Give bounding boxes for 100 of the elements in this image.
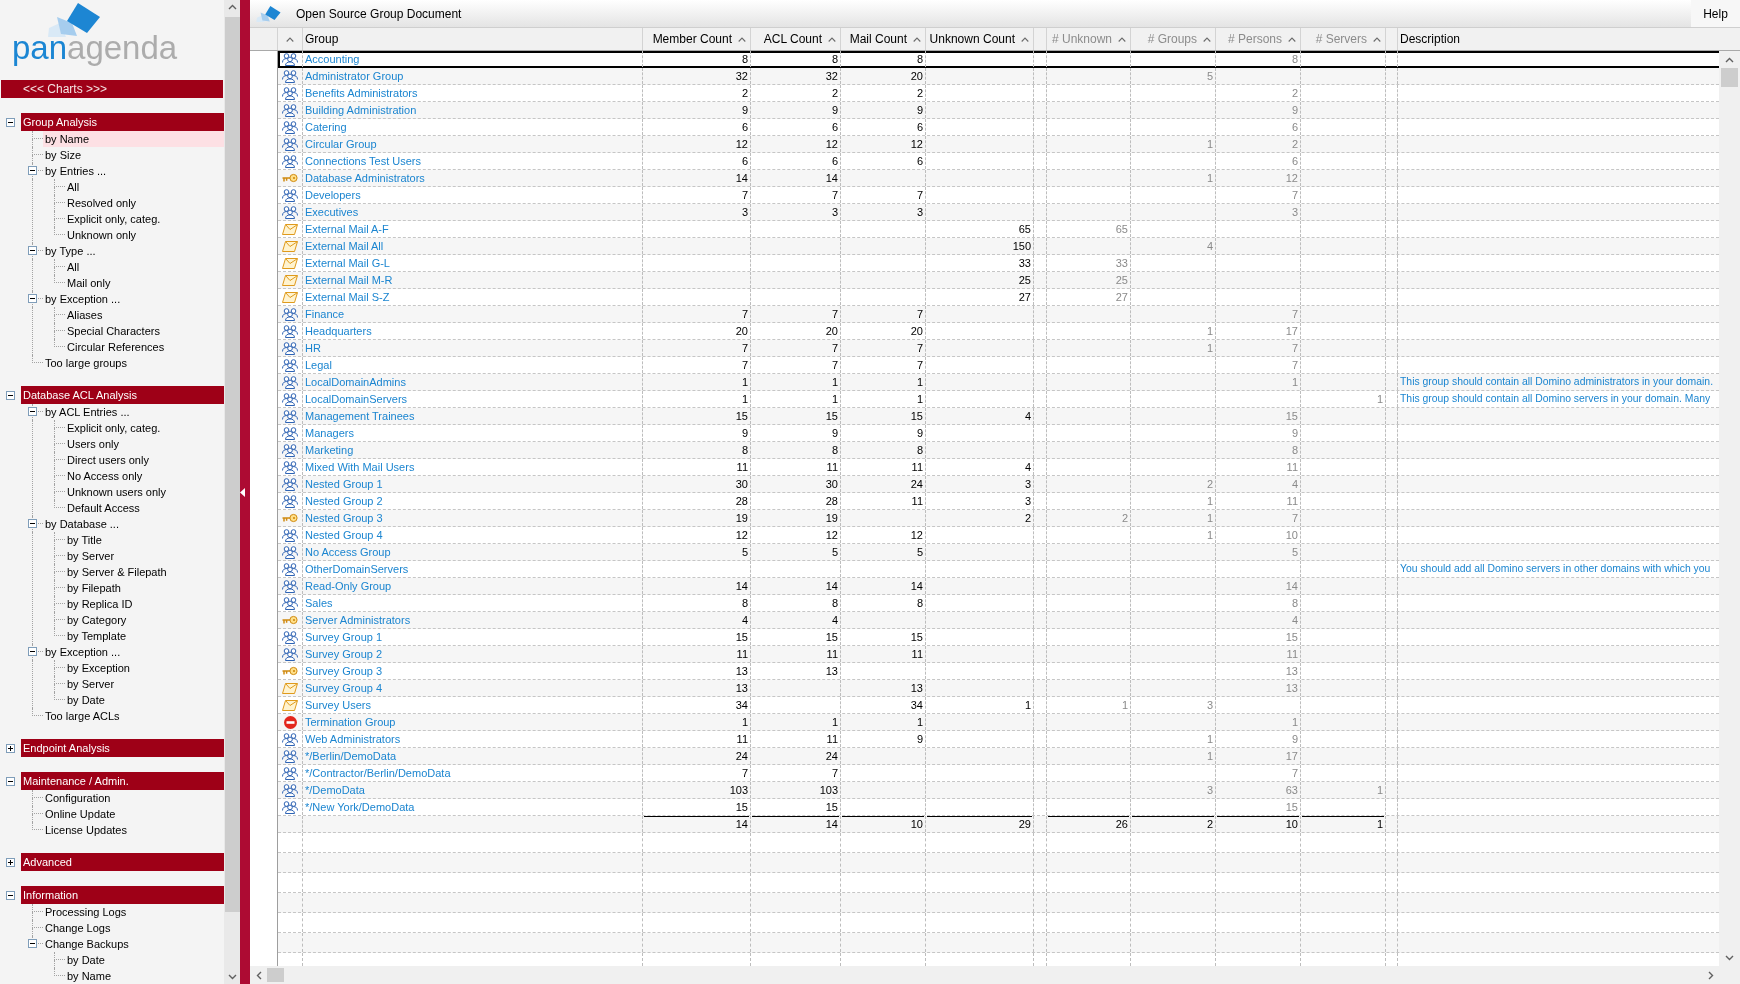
group-link[interactable]: Nested Group 2	[303, 493, 383, 509]
table-row[interactable]: Sales 8 8 8 8	[278, 595, 1719, 612]
group-link[interactable]: Survey Users	[303, 697, 372, 713]
tree-item[interactable]: Circular References	[65, 339, 167, 355]
group-link[interactable]: LocalDomainServers	[303, 391, 408, 407]
table-row[interactable]: Web Administrators 11 11 9 1 9	[278, 731, 1719, 748]
table-row[interactable]: Marketing 8 8 8 8	[278, 442, 1719, 459]
table-row[interactable]: Survey Users 34 34 1 1 3	[278, 697, 1719, 714]
charts-button[interactable]: <<< Charts >>>	[1, 80, 223, 98]
tree-item[interactable]: Processing Logs	[43, 904, 129, 920]
tree-item[interactable]: License Updates	[43, 822, 129, 838]
scroll-thumb[interactable]	[1721, 68, 1738, 87]
table-row[interactable]: External Mail A-F 65 65	[278, 221, 1719, 238]
section-header[interactable]: Maintenance / Admin.	[21, 772, 224, 790]
help-button[interactable]: Help	[1691, 0, 1740, 27]
tree-item[interactable]: by Filepath	[65, 580, 123, 596]
section-header[interactable]: Database ACL Analysis	[21, 386, 224, 404]
tree-item[interactable]: by Category	[65, 612, 129, 628]
group-link[interactable]: No Access Group	[303, 544, 391, 560]
table-row[interactable]: Managers 9 9 9 9	[278, 425, 1719, 442]
column-header[interactable]: Unknown Count	[926, 28, 1034, 50]
minus-box-icon[interactable]	[6, 390, 15, 400]
table-row[interactable]: External Mail S-Z 27 27	[278, 289, 1719, 306]
column-header[interactable]: Mail Count	[841, 28, 926, 50]
group-link[interactable]: */New York/DemoData	[303, 799, 415, 815]
tree-item[interactable]: by Size	[43, 147, 84, 163]
table-row[interactable]: Accounting 8 8 8 8	[278, 51, 1719, 68]
tree-item[interactable]: by Template	[65, 628, 129, 644]
group-link[interactable]: Managers	[303, 425, 354, 441]
plus-box-icon[interactable]	[6, 857, 15, 867]
group-link[interactable]: Building Administration	[303, 102, 417, 118]
group-link[interactable]: Circular Group	[303, 136, 377, 152]
section-header[interactable]: Advanced	[21, 853, 224, 871]
section-header[interactable]: Group Analysis	[21, 113, 224, 131]
column-header[interactable]: Member Count	[643, 28, 751, 50]
group-link[interactable]: Management Trainees	[303, 408, 415, 424]
table-row[interactable]: */DemoData 103 103 3 63 1	[278, 782, 1719, 799]
group-link[interactable]: Database Administrators	[303, 170, 425, 186]
group-link[interactable]: Web Administrators	[303, 731, 401, 747]
tree-item[interactable]: Explicit only, categ.	[65, 211, 163, 227]
tree-item[interactable]: Unknown only	[65, 227, 139, 243]
table-row[interactable]: Executives 3 3 3 3	[278, 204, 1719, 221]
tree-item[interactable]: Direct users only	[65, 452, 151, 468]
group-link[interactable]: Nested Group 3	[303, 510, 383, 526]
group-link[interactable]: Executives	[303, 204, 359, 220]
left-arrow-icon[interactable]	[240, 487, 245, 497]
table-row[interactable]: External Mail G-L 33 33	[278, 255, 1719, 272]
table-row[interactable]: Developers 7 7 7 7	[278, 187, 1719, 204]
sort-caret-icon[interactable]	[828, 36, 836, 42]
group-link[interactable]: Legal	[303, 357, 332, 373]
table-row[interactable]: Connections Test Users 6 6 6 6	[278, 153, 1719, 170]
minus-box-icon[interactable]	[28, 647, 37, 656]
group-link[interactable]: Nested Group 4	[303, 527, 383, 543]
table-row[interactable]: Headquarters 20 20 20 1 17	[278, 323, 1719, 340]
tree-item[interactable]: Explicit only, categ.	[65, 420, 163, 436]
minus-box-icon[interactable]	[28, 166, 37, 175]
tree-item[interactable]: by Title	[65, 532, 104, 548]
group-link[interactable]: Connections Test Users	[303, 153, 421, 169]
group-link[interactable]: Survey Group 1	[303, 629, 383, 645]
group-link[interactable]: Survey Group 4	[303, 680, 383, 696]
minus-box-icon[interactable]	[28, 294, 37, 303]
group-link[interactable]: Headquarters	[303, 323, 372, 339]
table-row[interactable]: OtherDomainServers You should add all Domino servers in other domains with which you	[278, 561, 1719, 578]
sort-caret-icon[interactable]	[1288, 36, 1296, 42]
tree-item[interactable]: by Date	[65, 952, 107, 968]
group-link[interactable]: External Mail A-F	[303, 221, 389, 237]
sort-caret-icon[interactable]	[1118, 36, 1126, 42]
tree-item[interactable]: by Server	[65, 676, 117, 692]
column-header[interactable]: ACL Count	[751, 28, 841, 50]
tree-item[interactable]: Mail only	[65, 275, 113, 291]
table-row[interactable]: Survey Group 4 13 13 13	[278, 680, 1719, 697]
group-link[interactable]: Survey Group 3	[303, 663, 383, 679]
table-row[interactable]: Catering 6 6 6 6	[278, 119, 1719, 136]
table-row[interactable]: Nested Group 1 30 30 24 3 2 4	[278, 476, 1719, 493]
table-row[interactable]: Survey Group 3 13 13 13	[278, 663, 1719, 680]
tree-item[interactable]: by Exception ...	[43, 644, 123, 660]
group-link[interactable]: Read-Only Group	[303, 578, 392, 594]
group-link[interactable]: HR	[303, 340, 321, 356]
tree-item[interactable]: by Database ...	[43, 516, 121, 532]
tree-item[interactable]: Too large ACLs	[43, 708, 122, 724]
table-row[interactable]: HR 7 7 7 1 7	[278, 340, 1719, 357]
group-link[interactable]: OtherDomainServers	[303, 561, 409, 577]
group-link[interactable]: Nested Group 1	[303, 476, 383, 492]
tree-item[interactable]: Default Access	[65, 500, 142, 516]
tree-item[interactable]: Unknown users only	[65, 484, 169, 500]
minus-box-icon[interactable]	[6, 890, 15, 900]
sort-caret-icon[interactable]	[1203, 36, 1211, 42]
table-row[interactable]: Building Administration 9 9 9 9	[278, 102, 1719, 119]
tree-item[interactable]: Configuration	[43, 790, 113, 806]
group-link[interactable]: LocalDomainAdmins	[303, 374, 406, 390]
tree-item[interactable]: Change Logs	[43, 920, 113, 936]
tree-item[interactable]: Resolved only	[65, 195, 139, 211]
table-row[interactable]: Termination Group 1 1 1 1	[278, 714, 1719, 731]
table-row[interactable]: Nested Group 4 12 12 12 1 10	[278, 527, 1719, 544]
group-link[interactable]: */Berlin/DemoData	[303, 748, 397, 764]
group-link[interactable]: Benefits Administrators	[303, 85, 418, 101]
minus-box-icon[interactable]	[6, 117, 15, 127]
tree-item[interactable]: by Name	[65, 968, 114, 984]
sort-caret-icon[interactable]	[286, 36, 294, 42]
tree-item[interactable]: Online Update	[43, 806, 118, 822]
